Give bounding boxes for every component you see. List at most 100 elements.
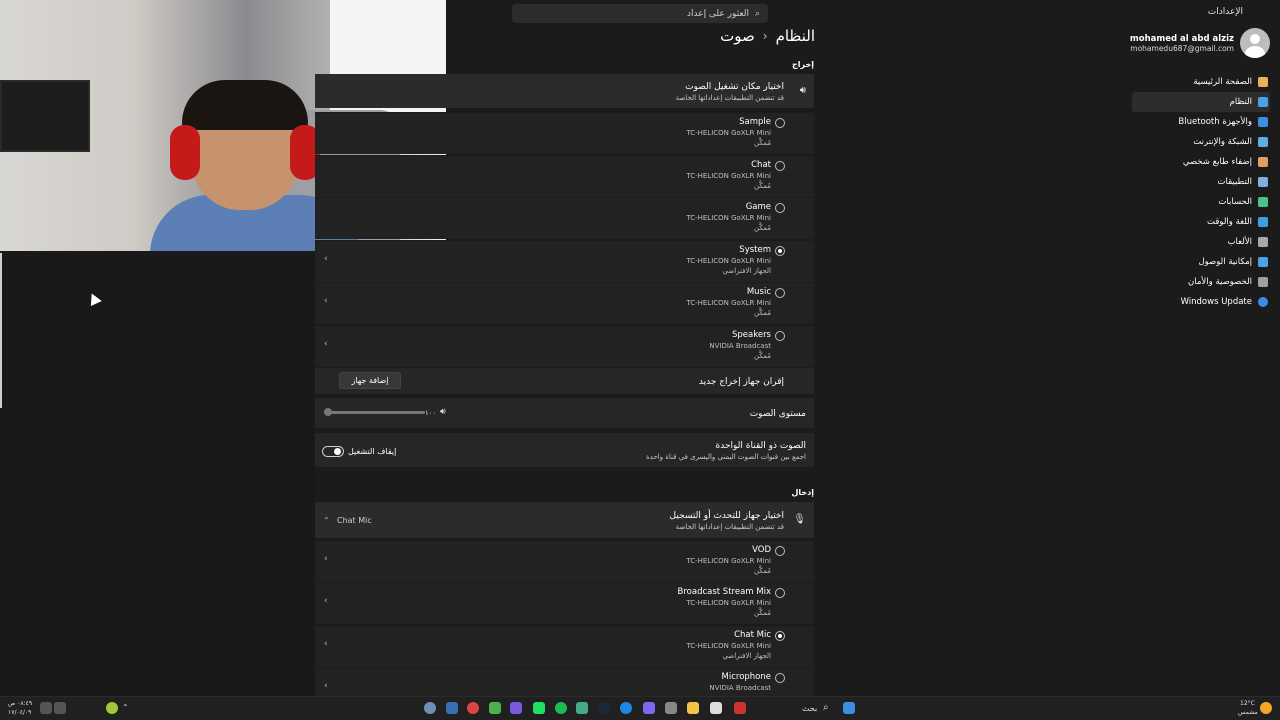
radio-button[interactable] [775, 161, 785, 171]
sidebar-item-label: التطبيقات [1217, 177, 1252, 187]
network-tray-icon[interactable] [54, 702, 66, 714]
sidebar-item-accounts[interactable]: الحسابات [1132, 192, 1270, 212]
person-icon [1258, 197, 1268, 207]
chevron-left-icon[interactable]: ‹ [324, 554, 328, 564]
output-device-system[interactable]: ‹ System TC-HELICON GoXLR Mini الجهاز ال… [315, 240, 814, 282]
file-explorer-icon[interactable] [687, 702, 699, 714]
search-icon: ⌕ [754, 8, 760, 19]
sidebar-item-network[interactable]: الشبكة والإنترنت [1132, 132, 1270, 152]
chevron-left-icon[interactable]: ‹ [324, 339, 328, 349]
radio-button[interactable] [775, 288, 785, 298]
add-device-button[interactable]: إضافة جهاز [339, 372, 401, 389]
weather-temp[interactable]: 12°C [1240, 700, 1255, 707]
steam-icon[interactable] [598, 702, 610, 714]
output-device-chat[interactable]: Chat TC-HELICON GoXLR Mini مُمكَّن [315, 155, 814, 197]
output-section-label: إخراج [792, 60, 814, 69]
input-device-header[interactable]: 🎙︎ اختيار جهاز للتحدث أو التسجيل قد تتضم… [315, 502, 814, 538]
tv-image [0, 80, 90, 152]
chevron-left-icon[interactable]: ‹ [324, 639, 328, 649]
sidebar-item-home[interactable]: الصفحة الرئيسية [1132, 72, 1270, 92]
mono-sub: اجمع بين قنوات الصوت اليمنى واليسرى في ق… [646, 453, 806, 461]
breadcrumb-parent[interactable]: النظام [776, 27, 815, 45]
chevron-left-icon[interactable]: ‹ [324, 254, 328, 264]
sidebar-item-privacy[interactable]: الخصوصية والأمان [1132, 272, 1270, 292]
globe-clock-icon [1258, 217, 1268, 227]
sun-icon[interactable] [1260, 702, 1272, 714]
search-input[interactable]: العثور على إعداد ⌕ [512, 4, 768, 23]
app-icon-11[interactable] [643, 702, 655, 714]
edge-icon[interactable] [620, 702, 632, 714]
windows-start-icon[interactable] [843, 702, 855, 714]
mono-title: الصوت ذو القناة الواحدة [715, 441, 806, 451]
sidebar-item-time-language[interactable]: اللغة والوقت [1132, 212, 1270, 232]
device-model: TC-HELICON GoXLR Mini [686, 557, 771, 565]
clock-date[interactable]: ١٧/٠٤/٠٩ [8, 709, 31, 716]
app-icon-5[interactable] [510, 702, 522, 714]
device-state: مُمكَّن [754, 139, 771, 147]
pair-device-label: إقران جهاز إخراج جديد [698, 377, 784, 387]
sidebar-item-label: الحسابات [1218, 197, 1252, 207]
taskbar: ٠٨:٤٩ ص ١٧/٠٤/٠٩ ⌃ بحث ⌕ 12°C مشمس [0, 696, 1280, 720]
radio-button[interactable] [775, 331, 785, 341]
input-device-microphone[interactable]: ‹ Microphone NVIDIA Broadcast [315, 667, 814, 696]
app-icon-3[interactable] [467, 702, 479, 714]
input-device-broadcast-stream-mix[interactable]: ‹ Broadcast Stream Mix TC-HELICON GoXLR … [315, 582, 814, 624]
sidebar-item-windows-update[interactable]: Windows Update [1132, 292, 1270, 312]
sidebar-item-personalization[interactable]: إضفاء طابع شخصي [1132, 152, 1270, 172]
app-icon-12[interactable] [665, 702, 677, 714]
sidebar-item-gaming[interactable]: الألعاب [1132, 232, 1270, 252]
chevron-up-icon[interactable]: ⌃ [122, 703, 129, 712]
user-profile[interactable]: mohamed al abd alziz mohamedu687@gmail.c… [1130, 28, 1270, 58]
radio-button-selected[interactable] [775, 246, 785, 256]
chevron-left-icon[interactable]: ‹ [324, 296, 328, 306]
volume-tray-icon[interactable] [40, 702, 52, 714]
chevron-left-icon[interactable]: ‹ [324, 681, 328, 691]
output-device-speakers[interactable]: ‹ Speakers NVIDIA Broadcast مُمكَّن [315, 325, 814, 367]
output-device-game[interactable]: Game TC-HELICON GoXLR Mini مُمكَّن [315, 197, 814, 239]
sidebar-item-apps[interactable]: التطبيقات [1132, 172, 1270, 192]
slider-thumb[interactable] [324, 408, 332, 416]
radio-button[interactable] [775, 203, 785, 213]
taskbar-search-label[interactable]: بحث [802, 704, 817, 713]
output-device-sample[interactable]: Sample TC-HELICON GoXLR Mini مُمكَّن [315, 112, 814, 154]
terminal-icon[interactable] [533, 702, 545, 714]
search-icon[interactable]: ⌕ [823, 702, 829, 713]
app-icon-15[interactable] [734, 702, 746, 714]
device-name: Music [746, 287, 771, 297]
device-state: مُمكَّن [754, 309, 771, 317]
volume-slider[interactable] [324, 408, 425, 416]
device-name: Microphone [721, 672, 771, 682]
radio-button[interactable] [775, 546, 785, 556]
sidebar-item-label: الألعاب [1227, 237, 1253, 247]
app-icon-8[interactable] [576, 702, 588, 714]
output-device-header[interactable]: 🔊︎ اختيار مكان تشغيل الصوت قد تتضمن التط… [315, 74, 814, 108]
clock-time[interactable]: ٠٨:٤٩ ص [8, 700, 32, 707]
sidebar-item-system[interactable]: النظام [1132, 92, 1270, 112]
chevron-left-icon[interactable]: ‹ [324, 596, 328, 606]
sidebar-item-label: إضفاء طابع شخصي [1182, 157, 1252, 167]
input-selected-device: Chat Mic [337, 516, 372, 525]
radio-button-selected[interactable] [775, 631, 785, 641]
sidebar-item-label: إمكانية الوصول [1198, 257, 1252, 267]
input-device-vod[interactable]: ‹ VOD TC-HELICON GoXLR Mini مُمكَّن [315, 540, 814, 582]
app-icon-14[interactable] [710, 702, 722, 714]
app-icon-4[interactable] [489, 702, 501, 714]
radio-button[interactable] [775, 673, 785, 683]
sidebar-item-bluetooth[interactable]: Bluetooth والأجهزة [1132, 112, 1270, 132]
volume-value: ١٠٠ [425, 409, 437, 417]
weather-sub[interactable]: مشمس [1238, 709, 1258, 716]
radio-button[interactable] [775, 118, 785, 128]
output-device-music[interactable]: ‹ Music TC-HELICON GoXLR Mini مُمكَّن [315, 282, 814, 324]
mono-toggle[interactable] [322, 446, 344, 457]
app-icon-2[interactable] [446, 702, 458, 714]
spotify-icon[interactable] [555, 702, 567, 714]
sidebar-item-accessibility[interactable]: إمكانية الوصول [1132, 252, 1270, 272]
input-device-chat-mic[interactable]: ‹ Chat Mic TC-HELICON GoXLR Mini الجهاز … [315, 625, 814, 667]
device-model: TC-HELICON GoXLR Mini [686, 642, 771, 650]
app-icon-1[interactable] [424, 702, 436, 714]
radio-button[interactable] [775, 588, 785, 598]
sidebar-item-label: Windows Update [1180, 297, 1252, 307]
speaker-volume-icon[interactable]: 🔊︎ [440, 407, 446, 417]
tray-app-icon[interactable] [106, 702, 118, 714]
chevron-up-icon[interactable]: ⌃ [323, 516, 330, 525]
